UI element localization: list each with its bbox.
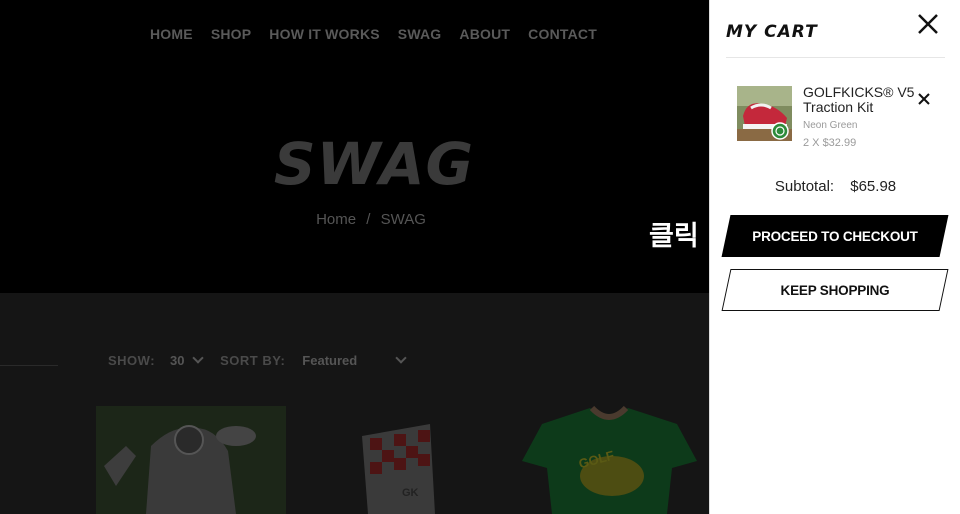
cart-title: MY CART xyxy=(726,22,818,42)
remove-item-button[interactable] xyxy=(918,92,930,105)
listing-toolbar: SHOW: 30 SORT BY: Featured xyxy=(108,352,407,368)
chevron-down-icon xyxy=(192,352,204,364)
close-cart-button[interactable] xyxy=(916,12,940,36)
cart-item-name[interactable]: GOLFKICKS® V5 Traction Kit xyxy=(803,85,921,115)
proceed-to-checkout-button[interactable]: PROCEED TO CHECKOUT xyxy=(721,215,949,257)
nav-item-contact[interactable]: CONTACT xyxy=(528,26,597,42)
keep-shopping-label: KEEP SHOPPING xyxy=(780,282,890,298)
cart-subtotal: Subtotal: $65.98 xyxy=(710,178,960,195)
product-card-image[interactable]: GOLF xyxy=(522,406,697,514)
nav-item-home[interactable]: HOME xyxy=(150,26,193,42)
subtotal-value: $65.98 xyxy=(850,178,897,195)
close-icon xyxy=(918,93,930,105)
nav-item-shop[interactable]: SHOP xyxy=(211,26,251,42)
tshirt-image: GOLF xyxy=(522,406,697,514)
svg-text:GK: GK xyxy=(402,487,419,499)
sock-image: GK xyxy=(362,424,435,514)
product-card-image[interactable]: GK xyxy=(310,406,500,514)
subtotal-label: Subtotal: xyxy=(774,178,835,195)
cart-item-variant: Neon Green xyxy=(803,120,858,131)
main-nav: HOME SHOP HOW IT WORKS SWAG ABOUT CONTAC… xyxy=(150,26,597,42)
breadcrumb-separator: / xyxy=(366,211,371,228)
show-label: SHOW: xyxy=(108,353,156,368)
cart-item-thumbnail[interactable] xyxy=(737,86,792,141)
nav-item-swag[interactable]: SWAG xyxy=(398,26,442,42)
filter-divider xyxy=(0,365,58,366)
cart-divider xyxy=(726,57,945,58)
breadcrumb-home[interactable]: Home xyxy=(316,211,356,228)
cart-drawer: MY CART GOLFKICKS® V5 Traction Kit Neon … xyxy=(709,0,960,514)
show-value: 30 xyxy=(170,353,185,368)
golf-shoe-image xyxy=(737,86,792,141)
breadcrumb: Home / SWAG xyxy=(0,211,742,228)
page-title: SWAG xyxy=(273,130,475,198)
close-icon xyxy=(918,14,938,34)
nav-item-about[interactable]: ABOUT xyxy=(459,26,510,42)
nav-item-how-it-works[interactable]: HOW IT WORKS xyxy=(269,26,380,42)
breadcrumb-current: SWAG xyxy=(380,211,426,228)
checkout-label: PROCEED TO CHECKOUT xyxy=(752,228,918,244)
click-annotation: 클릭 xyxy=(649,221,699,252)
cart-item-qty-price: 2 X $32.99 xyxy=(803,137,857,149)
chevron-down-icon xyxy=(395,352,407,364)
keep-shopping-button[interactable]: KEEP SHOPPING xyxy=(721,269,949,311)
product-card-image[interactable] xyxy=(96,406,286,514)
show-select[interactable]: 30 xyxy=(170,352,204,368)
sort-value: Featured xyxy=(302,353,358,368)
hoodie-bundle-image xyxy=(96,406,286,514)
sort-label: SORT BY: xyxy=(220,353,286,368)
sort-select[interactable]: Featured xyxy=(302,352,407,368)
